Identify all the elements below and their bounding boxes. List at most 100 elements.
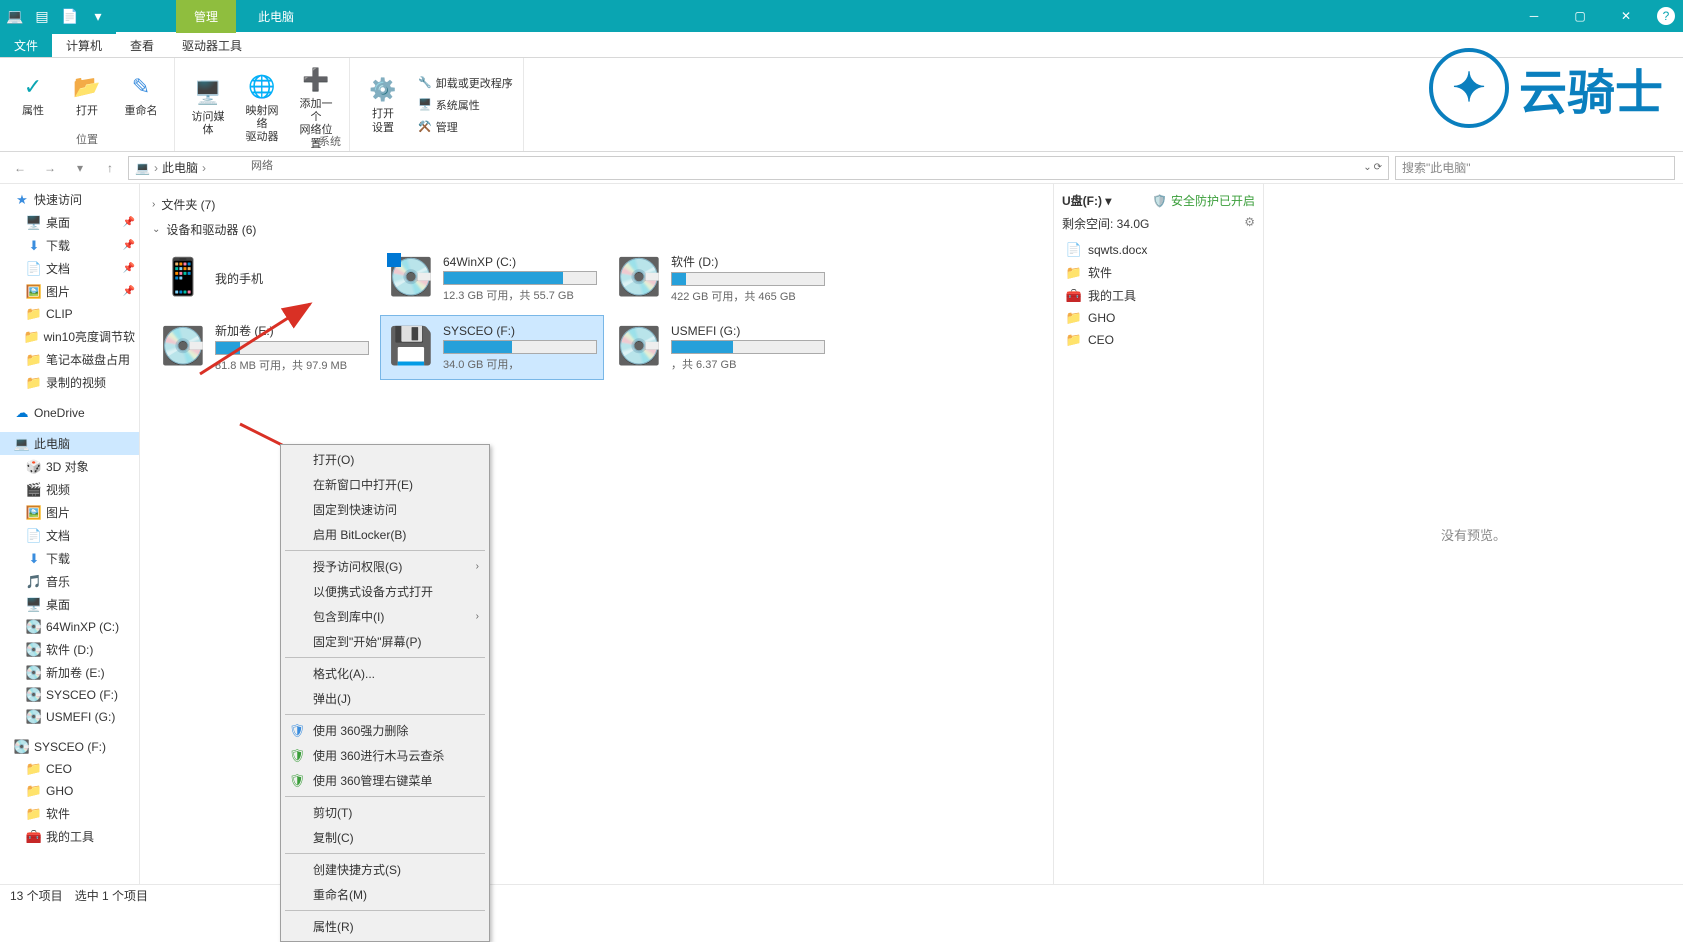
qat-dropdown-icon[interactable]: ▾ xyxy=(86,4,110,28)
cm-pin-quick[interactable]: 固定到快速访问 xyxy=(283,497,487,522)
tree-gho[interactable]: 📁GHO xyxy=(0,780,139,802)
tree-onedrive[interactable]: ☁OneDrive xyxy=(0,402,139,424)
title-tab-manage[interactable]: 管理 xyxy=(176,0,236,33)
tree-desktop2[interactable]: 🖥️桌面 xyxy=(0,593,139,616)
drive-g[interactable]: 💽 USMEFI (G:) ，共 6.37 GB xyxy=(608,315,832,380)
cm-copy[interactable]: 复制(C) xyxy=(283,825,487,850)
tab-file[interactable]: 文件 xyxy=(0,32,52,57)
tree-drive-g[interactable]: 💽USMEFI (G:) xyxy=(0,706,139,728)
file-label: 我的工具 xyxy=(1088,287,1136,304)
cm-portable[interactable]: 以便携式设备方式打开 xyxy=(283,579,487,604)
cm-bitlocker[interactable]: 启用 BitLocker(B) xyxy=(283,522,487,547)
tree-music[interactable]: 🎵音乐 xyxy=(0,570,139,593)
nav-forward-button[interactable]: → xyxy=(38,156,62,180)
cm-eject[interactable]: 弹出(J) xyxy=(283,686,487,711)
drive-d[interactable]: 💽 软件 (D:) 422 GB 可用，共 465 GB xyxy=(608,246,832,311)
tree-pictures2[interactable]: 🖼️图片 xyxy=(0,501,139,524)
cm-grant-access[interactable]: 授予访问权限(G)› xyxy=(283,554,487,579)
tree-downloads2[interactable]: ⬇下载 xyxy=(0,547,139,570)
tree-downloads[interactable]: ⬇下载📌 xyxy=(0,234,139,257)
close-button[interactable]: ✕ xyxy=(1603,0,1649,32)
tree-desktop[interactable]: 🖥️桌面📌 xyxy=(0,211,139,234)
tree-notebook[interactable]: 📁笔记本磁盘占用 xyxy=(0,348,139,371)
cm-open-new[interactable]: 在新窗口中打开(E) xyxy=(283,472,487,497)
tree-clip[interactable]: 📁CLIP xyxy=(0,303,139,325)
manage-icon: ⚒️ xyxy=(418,120,432,133)
cm-include[interactable]: 包含到库中(I)› xyxy=(283,604,487,629)
help-button[interactable]: ? xyxy=(1657,7,1675,25)
tree-quick-access[interactable]: ★快速访问 xyxy=(0,188,139,211)
tree-drive-d[interactable]: 💽软件 (D:) xyxy=(0,638,139,661)
ribbon-open-button[interactable]: 📂 打开 xyxy=(62,60,112,129)
detail-list-item[interactable]: 📁CEO xyxy=(1062,330,1255,350)
detail-list-item[interactable]: 📁软件 xyxy=(1062,262,1255,283)
group-folders[interactable]: ›文件夹 (7) xyxy=(152,196,1041,213)
ribbon-rename-button[interactable]: ✎ 重命名 xyxy=(116,60,166,129)
file-icon: 🧰 xyxy=(1066,288,1082,304)
nav-recent-button[interactable]: ▾ xyxy=(68,156,92,180)
cm-pin-start[interactable]: 固定到"开始"屏幕(P) xyxy=(283,629,487,654)
ribbon-uninstall-button[interactable]: 🔧卸载或更改程序 xyxy=(416,73,515,93)
file-label: CEO xyxy=(1088,333,1114,347)
drive-e[interactable]: 💽 新加卷 (E:) 81.8 MB 可用，共 97.9 MB xyxy=(152,315,376,380)
gear-icon[interactable]: ⚙ xyxy=(1244,215,1255,232)
maximize-button[interactable]: ▢ xyxy=(1557,0,1603,32)
cm-format[interactable]: 格式化(A)... xyxy=(283,661,487,686)
qat-new-icon[interactable]: ▤ xyxy=(30,4,54,28)
detail-list-item[interactable]: 📄sqwts.docx xyxy=(1062,240,1255,260)
tree-videos[interactable]: 🎬视频 xyxy=(0,478,139,501)
cm-360-manage[interactable]: 🛡使用 360管理右键菜单 xyxy=(283,768,487,793)
tab-computer[interactable]: 计算机 xyxy=(52,32,116,57)
disk-icon: 💽 xyxy=(159,322,207,370)
nav-back-button[interactable]: ← xyxy=(8,156,32,180)
tree-software[interactable]: 📁软件 xyxy=(0,802,139,825)
navigation-tree[interactable]: ★快速访问 🖥️桌面📌 ⬇下载📌 📄文档📌 🖼️图片📌 📁CLIP 📁win10… xyxy=(0,184,140,884)
minimize-button[interactable]: ─ xyxy=(1511,0,1557,32)
refresh-icon[interactable]: ⟳ xyxy=(1374,162,1382,173)
tree-recorded[interactable]: 📁录制的视频 xyxy=(0,371,139,394)
file-label: GHO xyxy=(1088,311,1115,325)
tree-drive-f[interactable]: 💽SYSCEO (F:) xyxy=(0,684,139,706)
ribbon-media-button[interactable]: 🖥️ 访问媒体 xyxy=(183,60,233,155)
ribbon-sysprops-button[interactable]: 🖥️系统属性 xyxy=(416,95,515,115)
tree-win10[interactable]: 📁win10亮度调节软 xyxy=(0,325,139,348)
tree-drive-c[interactable]: 💽64WinXP (C:) xyxy=(0,616,139,638)
cm-shortcut[interactable]: 创建快捷方式(S) xyxy=(283,857,487,882)
ribbon-settings-button[interactable]: ⚙️ 打开 设置 xyxy=(358,70,408,138)
detail-list-item[interactable]: 📁GHO xyxy=(1062,308,1255,328)
cm-360-delete[interactable]: 🛡使用 360强力删除 xyxy=(283,718,487,743)
search-input[interactable]: 搜索"此电脑" xyxy=(1395,156,1675,180)
tab-view[interactable]: 查看 xyxy=(116,32,168,57)
detail-panel: U盘(F:) ▾ 🛡️安全防护已开启 剩余空间: 34.0G⚙ 📄sqwts.d… xyxy=(1053,184,1263,884)
cm-rename[interactable]: 重命名(M) xyxy=(283,882,487,907)
ribbon-map-drive-button[interactable]: 🌐 映射网络 驱动器 xyxy=(237,60,287,155)
tree-this-pc[interactable]: 💻此电脑 xyxy=(0,432,139,455)
tree-sysceo[interactable]: 💽SYSCEO (F:) xyxy=(0,736,139,758)
tree-pictures[interactable]: 🖼️图片📌 xyxy=(0,280,139,303)
file-list[interactable]: ›文件夹 (7) ⌄设备和驱动器 (6) 📱 我的手机 💽 64WinXP (C… xyxy=(140,184,1053,884)
folder-open-icon: 📂 xyxy=(71,71,103,103)
drive-f[interactable]: 💾 SYSCEO (F:) 34.0 GB 可用， xyxy=(380,315,604,380)
cm-360-scan[interactable]: 🛡使用 360进行木马云查杀 xyxy=(283,743,487,768)
detail-title[interactable]: U盘(F:) ▾ xyxy=(1062,192,1111,209)
ribbon-manage-button[interactable]: ⚒️管理 xyxy=(416,117,515,137)
group-devices[interactable]: ⌄设备和驱动器 (6) xyxy=(152,221,1041,238)
drive-c[interactable]: 💽 64WinXP (C:) 12.3 GB 可用，共 55.7 GB xyxy=(380,246,604,311)
qat-properties-icon[interactable]: 📄 xyxy=(58,4,82,28)
tree-ceo[interactable]: 📁CEO xyxy=(0,758,139,780)
dropdown-icon[interactable]: ⌄ xyxy=(1363,162,1371,173)
tree-3d[interactable]: 🎲3D 对象 xyxy=(0,455,139,478)
chevron-right-icon: › xyxy=(476,611,479,622)
tree-drive-e[interactable]: 💽新加卷 (E:) xyxy=(0,661,139,684)
cm-properties[interactable]: 属性(R) xyxy=(283,914,487,939)
tab-drive-tools[interactable]: 驱动器工具 xyxy=(168,32,256,57)
ribbon-properties-button[interactable]: ✓ 属性 xyxy=(8,60,58,129)
detail-list-item[interactable]: 🧰 我的工具 xyxy=(1062,285,1255,306)
cm-cut[interactable]: 剪切(T) xyxy=(283,800,487,825)
nav-up-button[interactable]: ↑ xyxy=(98,156,122,180)
tree-documents2[interactable]: 📄文档 xyxy=(0,524,139,547)
tree-mytools[interactable]: 🧰我的工具 xyxy=(0,825,139,848)
cm-open[interactable]: 打开(O) xyxy=(283,447,487,472)
tree-documents[interactable]: 📄文档📌 xyxy=(0,257,139,280)
device-phone[interactable]: 📱 我的手机 xyxy=(152,246,376,311)
